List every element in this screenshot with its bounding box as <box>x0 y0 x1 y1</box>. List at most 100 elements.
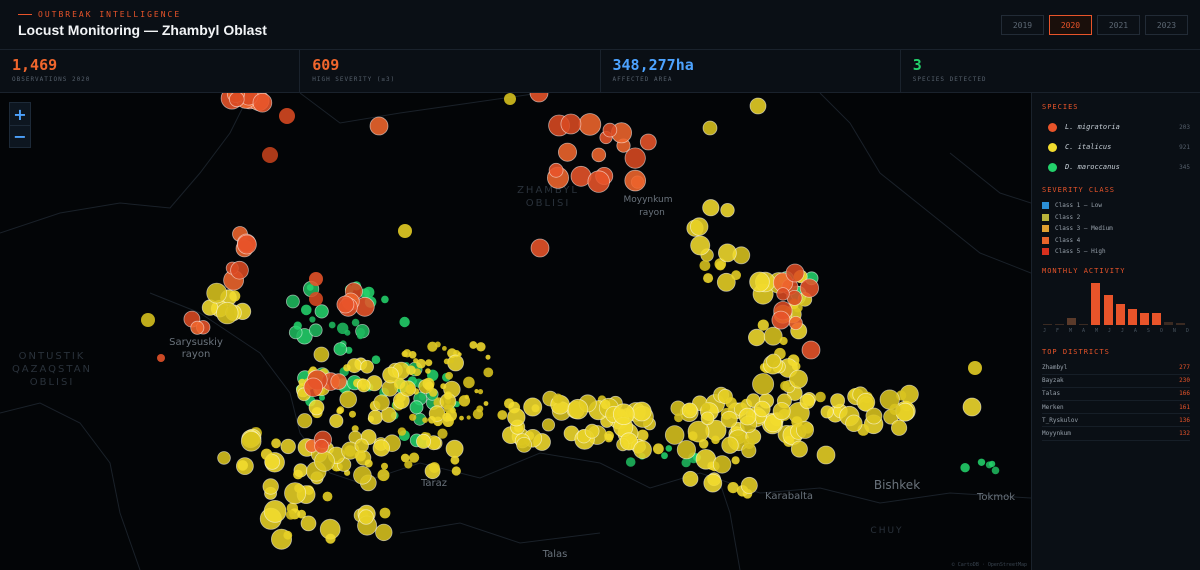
observation-point[interactable] <box>977 458 986 466</box>
month-bar[interactable] <box>1176 323 1186 325</box>
month-bar[interactable] <box>1055 323 1065 325</box>
observation-point[interactable] <box>740 476 758 494</box>
observation-point[interactable] <box>445 371 453 380</box>
observation-point[interactable] <box>816 445 836 465</box>
observation-point[interactable] <box>260 448 273 460</box>
observation-point[interactable] <box>309 272 323 286</box>
observation-point[interactable] <box>434 341 441 348</box>
observation-point[interactable] <box>398 224 412 238</box>
observation-point[interactable] <box>529 93 549 103</box>
observation-point[interactable] <box>472 408 484 420</box>
observation-point[interactable] <box>776 287 790 301</box>
observation-point[interactable] <box>711 435 720 445</box>
observation-point[interactable] <box>753 400 771 418</box>
district-row[interactable]: Merken 161 <box>1042 401 1190 415</box>
observation-point[interactable] <box>450 455 460 465</box>
species-row[interactable]: C. italicus 921 <box>1042 137 1190 157</box>
observation-point[interactable] <box>353 465 372 485</box>
year-tab-2019[interactable]: 2019 <box>1001 15 1044 35</box>
observation-point[interactable] <box>356 332 364 340</box>
observation-point[interactable] <box>442 346 447 351</box>
zoom-in-button[interactable]: + <box>10 103 30 125</box>
observation-point[interactable] <box>516 436 532 453</box>
observation-point[interactable] <box>602 122 618 138</box>
observation-point[interactable] <box>314 450 335 472</box>
observation-point[interactable] <box>779 336 788 346</box>
observation-point[interactable] <box>552 393 563 404</box>
observation-point[interactable] <box>718 243 737 263</box>
observation-point[interactable] <box>700 411 715 426</box>
observation-point[interactable] <box>766 353 781 369</box>
observation-point[interactable] <box>889 403 901 415</box>
observation-point[interactable] <box>354 450 366 462</box>
observation-point[interactable] <box>328 321 336 329</box>
observation-point[interactable] <box>690 217 709 236</box>
observation-point[interactable] <box>560 113 582 135</box>
observation-point[interactable] <box>785 263 805 283</box>
month-bar[interactable] <box>1139 312 1149 325</box>
observation-point[interactable] <box>699 260 711 271</box>
observation-point[interactable] <box>639 133 657 151</box>
observation-point[interactable] <box>262 147 278 163</box>
observation-point[interactable] <box>263 499 287 523</box>
observation-point[interactable] <box>229 93 245 108</box>
observation-point[interactable] <box>449 407 456 414</box>
observation-point[interactable] <box>293 469 303 480</box>
observation-point[interactable] <box>463 376 475 389</box>
observation-point[interactable] <box>306 284 314 291</box>
observation-point[interactable] <box>752 373 775 396</box>
observation-point[interactable] <box>457 352 462 357</box>
observation-point[interactable] <box>373 394 390 411</box>
observation-point[interactable] <box>443 358 450 365</box>
observation-point[interactable] <box>451 466 461 476</box>
species-row[interactable]: L. migratoria 203 <box>1042 117 1190 137</box>
observation-point[interactable] <box>681 458 691 468</box>
observation-point[interactable] <box>354 438 369 453</box>
observation-point[interactable] <box>665 445 673 452</box>
observation-point[interactable] <box>372 439 391 457</box>
year-tab-2021[interactable]: 2021 <box>1097 15 1140 35</box>
observation-point[interactable] <box>397 427 407 436</box>
observation-point[interactable] <box>428 416 436 424</box>
observation-point[interactable] <box>960 463 970 473</box>
observation-point[interactable] <box>720 410 738 428</box>
observation-point[interactable] <box>141 313 155 327</box>
observation-point[interactable] <box>584 423 600 439</box>
observation-point[interactable] <box>271 438 281 449</box>
district-row[interactable]: Bayzak 230 <box>1042 375 1190 388</box>
observation-point[interactable] <box>314 304 329 319</box>
observation-point[interactable] <box>702 199 720 217</box>
observation-point[interactable] <box>690 235 711 256</box>
observation-point[interactable] <box>698 439 709 449</box>
observation-point[interactable] <box>703 473 723 493</box>
observation-point[interactable] <box>309 292 323 306</box>
observation-point[interactable] <box>314 438 330 454</box>
observation-point[interactable] <box>743 438 755 449</box>
observation-point[interactable] <box>458 395 471 407</box>
observation-point[interactable] <box>230 260 249 280</box>
observation-point[interactable] <box>393 377 406 390</box>
observation-point[interactable] <box>280 438 296 455</box>
observation-point[interactable] <box>504 398 515 409</box>
observation-point[interactable] <box>157 354 165 362</box>
observation-point[interactable] <box>703 273 714 284</box>
observation-point[interactable] <box>217 451 231 465</box>
observation-point[interactable] <box>682 470 699 487</box>
observation-point[interactable] <box>343 364 351 372</box>
observation-point[interactable] <box>790 440 808 458</box>
observation-point[interactable] <box>285 510 296 520</box>
month-bar[interactable] <box>1043 323 1052 325</box>
observation-point[interactable] <box>991 466 1000 475</box>
observation-point[interactable] <box>405 384 416 395</box>
observation-point[interactable] <box>558 142 578 162</box>
observation-point[interactable] <box>285 294 300 309</box>
observation-point[interactable] <box>284 482 307 505</box>
observation-point[interactable] <box>688 431 698 441</box>
observation-point[interactable] <box>466 415 471 420</box>
observation-point[interactable] <box>731 270 741 281</box>
observation-point[interactable] <box>364 459 373 468</box>
observation-point[interactable] <box>377 469 390 482</box>
month-bar[interactable] <box>1103 295 1113 325</box>
month-bar[interactable] <box>1115 304 1125 325</box>
observation-point[interactable] <box>447 354 465 372</box>
